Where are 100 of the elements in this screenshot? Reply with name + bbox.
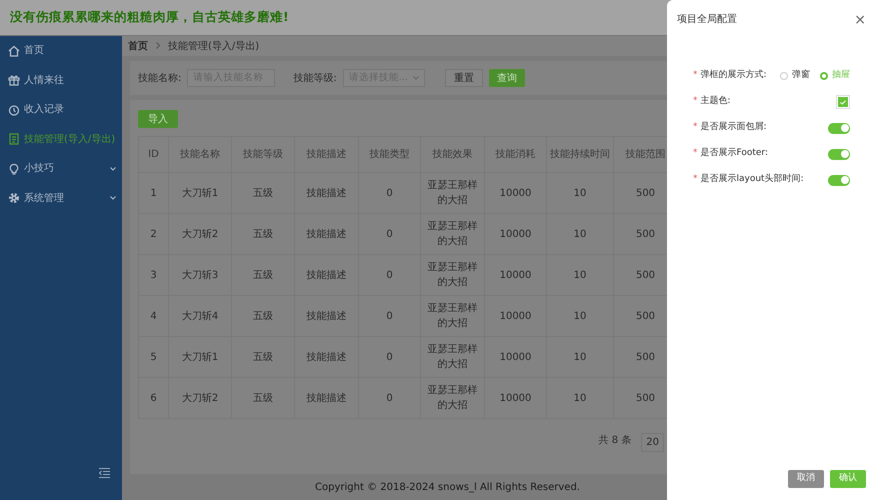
table-cell: 10000 (484, 254, 546, 296)
required-mark: * (693, 173, 698, 186)
column-header: 技能等级 (232, 136, 294, 172)
breadcrumb-item[interactable]: 首页 (128, 38, 148, 54)
table-cell: 大刀斩2 (168, 214, 232, 254)
toggle-switch[interactable] (828, 148, 850, 160)
cancel-button[interactable]: 取消 (788, 470, 824, 488)
table-cell: 3 (138, 254, 168, 296)
color-picker[interactable] (836, 95, 850, 109)
table-cell: 大刀斩1 (168, 336, 232, 378)
table-cell: 0 (358, 378, 420, 418)
total-count: 共 8 条 (598, 434, 632, 448)
table-cell: 0 (358, 336, 420, 378)
toggle-switch[interactable] (828, 174, 850, 186)
setting-label: 主题色: (700, 95, 731, 108)
drawer-title: 项目全局配置 (677, 12, 737, 27)
breadcrumb-separator-icon (156, 42, 160, 50)
table-cell: 0 (358, 214, 420, 254)
table-cell: 五级 (232, 254, 294, 296)
table-cell: 技能描述 (294, 296, 358, 336)
table-cell: 技能描述 (294, 336, 358, 378)
app-title: 没有伤痕累累哪来的粗糙肉厚，自古英雄多磨难! (10, 8, 289, 26)
table-cell: 10 (546, 378, 614, 418)
setting-label: 弹框的展示方式: (700, 69, 767, 82)
column-header: 技能类型 (358, 136, 420, 172)
table-cell: 大刀斩1 (168, 172, 232, 214)
required-mark: * (693, 95, 698, 108)
table-cell: 10 (546, 172, 614, 214)
setting-label: 是否展示layout头部时间: (700, 173, 804, 186)
table-cell: 10000 (484, 336, 546, 378)
table-cell: 10 (546, 336, 614, 378)
sidebar-item[interactable]: 技能管理(导入/导出) (0, 124, 122, 154)
table-cell: 亚瑟王那样的大招 (420, 378, 484, 418)
lightbulb-icon (8, 162, 20, 175)
setting-label: 是否展示Footer: (700, 147, 768, 160)
table-cell: 亚瑟王那样的大招 (420, 296, 484, 336)
document-icon (8, 133, 20, 146)
table-cell: 大刀斩2 (168, 378, 232, 418)
table-cell: 五级 (232, 214, 294, 254)
table-cell: 0 (358, 254, 420, 296)
sidebar-item[interactable]: 小技巧 (0, 154, 122, 184)
collapse-menu-icon[interactable] (99, 468, 110, 478)
clock-icon (8, 104, 20, 116)
table-cell: 五级 (232, 378, 294, 418)
query-button[interactable]: 查询 (488, 69, 525, 87)
setting-label: 是否展示面包屑: (700, 121, 767, 134)
table-cell: 6 (138, 378, 168, 418)
table-cell: 技能描述 (294, 214, 358, 254)
required-mark: * (693, 121, 698, 134)
breadcrumb-item: 技能管理(导入/导出) (168, 40, 260, 54)
table-cell: 10000 (484, 378, 546, 418)
table-cell: 0 (358, 172, 420, 214)
home-icon (8, 44, 20, 57)
table-cell: 亚瑟王那样的大招 (420, 172, 484, 214)
table-cell: 亚瑟王那样的大招 (420, 254, 484, 296)
page-size-select[interactable]: 20 (641, 433, 664, 452)
table-cell: 10000 (484, 172, 546, 214)
table-cell: 技能描述 (294, 254, 358, 296)
table-cell: 4 (138, 296, 168, 336)
column-header: 技能效果 (420, 136, 484, 172)
confirm-button[interactable]: 确认 (830, 470, 866, 488)
reset-button[interactable]: 重置 (444, 69, 483, 87)
table-cell: 2 (138, 214, 168, 254)
table-cell: 大刀斩4 (168, 296, 232, 336)
table-cell: 技能描述 (294, 378, 358, 418)
gift-icon (8, 74, 20, 86)
column-header: ID (138, 136, 168, 172)
table-cell: 0 (358, 296, 420, 336)
table-cell: 10000 (484, 296, 546, 336)
required-mark: * (693, 147, 698, 160)
required-mark: * (693, 69, 698, 82)
table-cell: 亚瑟王那样的大招 (420, 214, 484, 254)
gear-icon (8, 192, 20, 204)
toggle-switch[interactable] (828, 122, 850, 134)
sidebar-item[interactable]: 人情来往 (0, 66, 122, 95)
table-cell: 五级 (232, 296, 294, 336)
table-cell: 10 (546, 254, 614, 296)
table-cell: 10 (546, 296, 614, 336)
column-header: 技能消耗 (484, 136, 546, 172)
sidebar-item[interactable]: 首页 (0, 36, 122, 66)
column-header: 技能持续时间 (546, 136, 614, 172)
radio-option[interactable]: 弹窗 (780, 69, 810, 83)
table-cell: 10 (546, 214, 614, 254)
table-cell: 五级 (232, 172, 294, 214)
radio-option[interactable]: 抽屉 (820, 69, 850, 83)
check-icon (840, 100, 846, 104)
field-label: 技能名称: (138, 72, 182, 86)
sidebar-item[interactable]: 系统管理 (0, 184, 122, 213)
column-header: 技能名称 (168, 136, 232, 172)
copyright-text: Copyright © 2018-2024 snows_l All Rights Reserved. (315, 480, 580, 494)
table-cell: 技能描述 (294, 172, 358, 214)
close-button[interactable]: × (854, 12, 866, 26)
table-cell: 五级 (232, 336, 294, 378)
table-cell: 5 (138, 336, 168, 378)
table-cell: 大刀斩3 (168, 254, 232, 296)
column-header: 技能描述 (294, 136, 358, 172)
table-cell: 1 (138, 172, 168, 214)
field-label: 技能等级: (293, 72, 337, 86)
sidebar-item[interactable]: 收入记录 (0, 95, 122, 124)
import-button[interactable]: 导入 (138, 110, 178, 128)
